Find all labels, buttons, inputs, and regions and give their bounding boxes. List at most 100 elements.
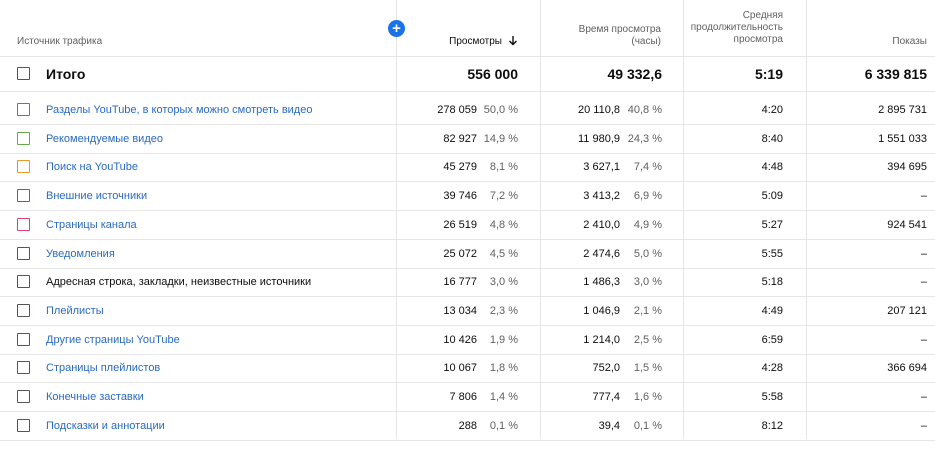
row-avg-duration: 6:59 — [761, 333, 783, 346]
row-impressions: – — [920, 275, 927, 288]
row-source-link[interactable]: Страницы канала — [46, 210, 137, 239]
total-checkbox[interactable] — [17, 67, 30, 80]
row-impressions: 366 694 — [887, 361, 927, 374]
table-row: Рекомендуемые видео 82 927 14,9 % 11 980… — [0, 124, 935, 154]
row-source-link[interactable]: Разделы YouTube, в которых можно смотрет… — [46, 95, 312, 124]
table-row: Другие страницы YouTube 10 426 1,9 % 1 2… — [0, 325, 935, 355]
header-views[interactable]: Просмотры — [449, 35, 518, 48]
row-checkbox[interactable] — [17, 160, 30, 173]
row-views-pct: 4,8 % — [489, 218, 518, 231]
row-checkbox[interactable] — [17, 361, 30, 374]
table-row: Подсказки и аннотации 288 0,1 % 39,4 0,1… — [0, 411, 935, 441]
row-watch-time-pct: 24,3 % — [627, 132, 662, 145]
row-watch-time-pct: 3,0 % — [633, 275, 662, 288]
header-watch-time-line1: Время просмотра — [578, 24, 661, 35]
row-views-pct: 14,9 % — [483, 132, 518, 145]
row-source-link[interactable]: Другие страницы YouTube — [46, 325, 180, 354]
row-source-link[interactable]: Уведомления — [46, 239, 115, 268]
row-views-pct: 1,4 % — [489, 390, 518, 403]
row-checkbox[interactable] — [17, 103, 30, 116]
row-watch-time: 20 110,8 — [577, 103, 620, 116]
row-views: 25 072 — [443, 247, 477, 260]
row-watch-time: 1 486,3 — [583, 275, 620, 288]
row-impressions: 394 695 — [887, 160, 927, 173]
row-source-link[interactable]: Конечные заставки — [46, 382, 144, 411]
row-checkbox[interactable] — [17, 189, 30, 202]
row-views-pct: 1,9 % — [489, 333, 518, 346]
row-views-pct: 4,5 % — [489, 247, 518, 260]
row-impressions: – — [920, 189, 927, 202]
row-views: 10 067 — [443, 361, 477, 374]
row-impressions: – — [920, 247, 927, 260]
row-avg-duration: 5:27 — [761, 218, 783, 231]
row-impressions: – — [920, 419, 927, 432]
row-views: 7 806 — [449, 390, 477, 403]
row-views-pct: 7,2 % — [489, 189, 518, 202]
row-views-pct: 2,3 % — [489, 304, 518, 317]
header-avg-line1: Средняя — [742, 10, 783, 21]
header-avg-line3: просмотра — [733, 34, 783, 45]
table-row: Конечные заставки 7 806 1,4 % 777,4 1,6 … — [0, 382, 935, 412]
row-source-link[interactable]: Рекомендуемые видео — [46, 124, 163, 153]
row-views: 16 777 — [443, 275, 477, 288]
row-avg-duration: 5:58 — [761, 390, 783, 403]
row-checkbox[interactable] — [17, 247, 30, 260]
row-checkbox[interactable] — [17, 333, 30, 346]
row-avg-duration: 4:49 — [761, 304, 783, 317]
row-checkbox[interactable] — [17, 304, 30, 317]
header-impressions[interactable]: Показы — [892, 36, 927, 48]
row-views: 26 519 — [443, 218, 477, 231]
row-views: 13 034 — [443, 304, 477, 317]
row-impressions: 1 551 033 — [878, 132, 927, 145]
row-checkbox[interactable] — [17, 132, 30, 145]
row-checkbox[interactable] — [17, 218, 30, 231]
row-checkbox[interactable] — [17, 419, 30, 432]
row-watch-time-pct: 1,6 % — [633, 390, 662, 403]
row-views: 278 059 — [437, 103, 477, 116]
row-checkbox[interactable] — [17, 275, 30, 288]
header-watch-time[interactable]: Время просмотра (часы) — [579, 24, 661, 48]
row-impressions: 924 541 — [887, 218, 927, 231]
table-row: Внешние источники 39 746 7,2 % 3 413,2 6… — [0, 181, 935, 211]
row-source-link[interactable]: Поиск на YouTube — [46, 152, 138, 181]
row-source-link[interactable]: Страницы плейлистов — [46, 353, 160, 382]
table-row: Плейлисты 13 034 2,3 % 1 046,9 2,1 % 4:4… — [0, 296, 935, 326]
table-row: Разделы YouTube, в которых можно смотрет… — [0, 95, 935, 125]
row-source-link[interactable]: Подсказки и аннотации — [46, 411, 165, 440]
row-watch-time: 2 410,0 — [583, 218, 620, 231]
row-avg-duration: 4:20 — [761, 103, 783, 116]
header-views-label: Просмотры — [449, 35, 502, 47]
table-row: Поиск на YouTube 45 279 8,1 % 3 627,1 7,… — [0, 152, 935, 182]
plus-circle-icon[interactable]: + — [388, 20, 405, 37]
row-views-pct: 50,0 % — [483, 103, 518, 116]
total-label: Итого — [46, 66, 86, 82]
row-source-link[interactable]: Плейлисты — [46, 296, 104, 325]
row-watch-time: 2 474,6 — [583, 247, 620, 260]
row-views: 45 279 — [443, 160, 477, 173]
row-views-pct: 8,1 % — [489, 160, 518, 173]
row-watch-time-pct: 2,1 % — [633, 304, 662, 317]
header-watch-time-line2: (часы) — [631, 36, 661, 47]
row-views: 39 746 — [443, 189, 477, 202]
row-watch-time: 3 413,2 — [583, 189, 620, 202]
header-avg-duration[interactable]: Средняя продолжительность просмотра — [691, 10, 783, 46]
header-source[interactable]: Источник трафика — [17, 36, 102, 48]
row-impressions: – — [920, 390, 927, 403]
row-watch-time: 39,4 — [598, 419, 620, 432]
total-avg-duration: 5:19 — [754, 66, 783, 82]
row-views-pct: 1,8 % — [489, 361, 518, 374]
arrow-down-icon — [508, 35, 518, 48]
total-row: Итого 556 000 49 332,6 5:19 6 339 815 — [0, 57, 935, 92]
row-views-pct: 3,0 % — [489, 275, 518, 288]
table-row: Уведомления 25 072 4,5 % 2 474,6 5,0 % 5… — [0, 239, 935, 269]
row-impressions: 2 895 731 — [878, 103, 927, 116]
total-watch-time: 49 332,6 — [607, 66, 663, 82]
row-watch-time: 1 214,0 — [583, 333, 620, 346]
total-views: 556 000 — [467, 66, 518, 82]
row-checkbox[interactable] — [17, 390, 30, 403]
row-watch-time-pct: 4,9 % — [633, 218, 662, 231]
row-views-pct: 0,1 % — [489, 419, 518, 432]
row-source-link: Адресная строка, закладки, неизвестные и… — [46, 275, 312, 288]
row-source-link[interactable]: Внешние источники — [46, 181, 147, 210]
header-avg-line2: продолжительность — [690, 22, 783, 33]
